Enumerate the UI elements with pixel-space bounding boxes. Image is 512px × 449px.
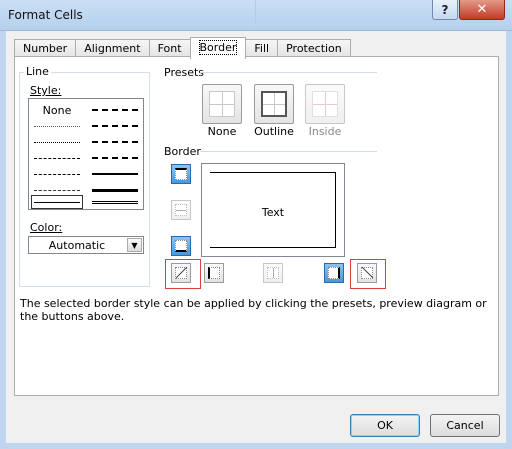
chevron-down-icon[interactable]: ▼ bbox=[127, 238, 142, 252]
border-inside-vertical-icon bbox=[267, 267, 279, 279]
line-style-dash-dot[interactable] bbox=[31, 167, 83, 181]
line-style-slant-dash-dot[interactable] bbox=[89, 119, 141, 133]
border-right-button[interactable] bbox=[324, 263, 344, 283]
line-style-double[interactable] bbox=[89, 196, 141, 210]
diagonal-up-icon bbox=[175, 266, 188, 279]
border-diagonal-down-button[interactable] bbox=[357, 263, 377, 283]
border-bottom-button[interactable] bbox=[171, 236, 191, 256]
line-group-label: Line bbox=[24, 65, 51, 78]
diagonal-down-icon bbox=[361, 266, 374, 279]
border-left-button[interactable] bbox=[204, 263, 224, 283]
line-style-thin-selected[interactable] bbox=[31, 195, 83, 209]
tab-strip: Number Alignment Font Border Fill Protec… bbox=[14, 37, 351, 59]
preset-none-icon bbox=[209, 91, 235, 117]
tab-border[interactable]: Border bbox=[189, 37, 247, 59]
close-button[interactable]: ✕ bbox=[459, 0, 505, 20]
line-style-thick[interactable] bbox=[89, 183, 141, 197]
preset-outline-icon bbox=[261, 91, 287, 117]
color-label: Color: bbox=[28, 221, 65, 234]
background-toolbar bbox=[255, 0, 315, 24]
style-label: Style: bbox=[28, 84, 64, 97]
border-divider bbox=[200, 151, 377, 152]
line-style-none[interactable]: None bbox=[31, 103, 83, 117]
line-style-dash-dot-dot[interactable] bbox=[31, 151, 83, 165]
ok-button[interactable]: OK bbox=[350, 414, 420, 437]
line-style-medium[interactable] bbox=[89, 167, 141, 181]
border-inside-vertical-button[interactable] bbox=[263, 263, 283, 283]
color-dropdown[interactable]: Automatic ▼ bbox=[28, 236, 144, 254]
description-text: The selected border style can be applied… bbox=[20, 297, 487, 323]
preset-outline-button[interactable] bbox=[254, 84, 294, 124]
line-style-list[interactable]: None bbox=[28, 98, 144, 210]
color-value: Automatic bbox=[48, 239, 106, 252]
preset-none-label: None bbox=[207, 125, 237, 138]
title-bar: Format Cells ? ✕ bbox=[0, 0, 512, 31]
line-style-hair[interactable] bbox=[31, 119, 83, 133]
preset-inside-label: Inside bbox=[308, 125, 342, 138]
border-left-icon bbox=[208, 267, 220, 279]
preset-none-button[interactable] bbox=[202, 84, 242, 124]
border-top-button[interactable] bbox=[171, 164, 191, 184]
line-style-medium-dash-dot[interactable] bbox=[89, 135, 141, 149]
window-title: Format Cells bbox=[8, 8, 83, 22]
border-inside-horizontal-icon bbox=[175, 204, 187, 216]
border-preview[interactable]: Text bbox=[201, 163, 345, 257]
border-inside-horizontal-button[interactable] bbox=[171, 200, 191, 220]
help-button[interactable]: ? bbox=[432, 0, 458, 20]
border-top-icon bbox=[175, 168, 187, 180]
presets-divider bbox=[200, 72, 377, 73]
preset-inside-icon bbox=[312, 91, 338, 117]
line-style-dotted[interactable] bbox=[31, 135, 83, 149]
border-label: Border bbox=[162, 145, 203, 158]
border-diagonal-up-button[interactable] bbox=[171, 263, 191, 283]
cancel-button[interactable]: Cancel bbox=[430, 414, 500, 437]
preview-text: Text bbox=[261, 206, 285, 219]
line-style-medium-dashed[interactable] bbox=[89, 151, 141, 165]
border-bottom-icon bbox=[175, 240, 187, 252]
border-right-icon bbox=[328, 267, 340, 279]
line-style-medium-dash-dot-dot[interactable] bbox=[89, 103, 141, 117]
preset-inside-button[interactable] bbox=[305, 84, 345, 124]
